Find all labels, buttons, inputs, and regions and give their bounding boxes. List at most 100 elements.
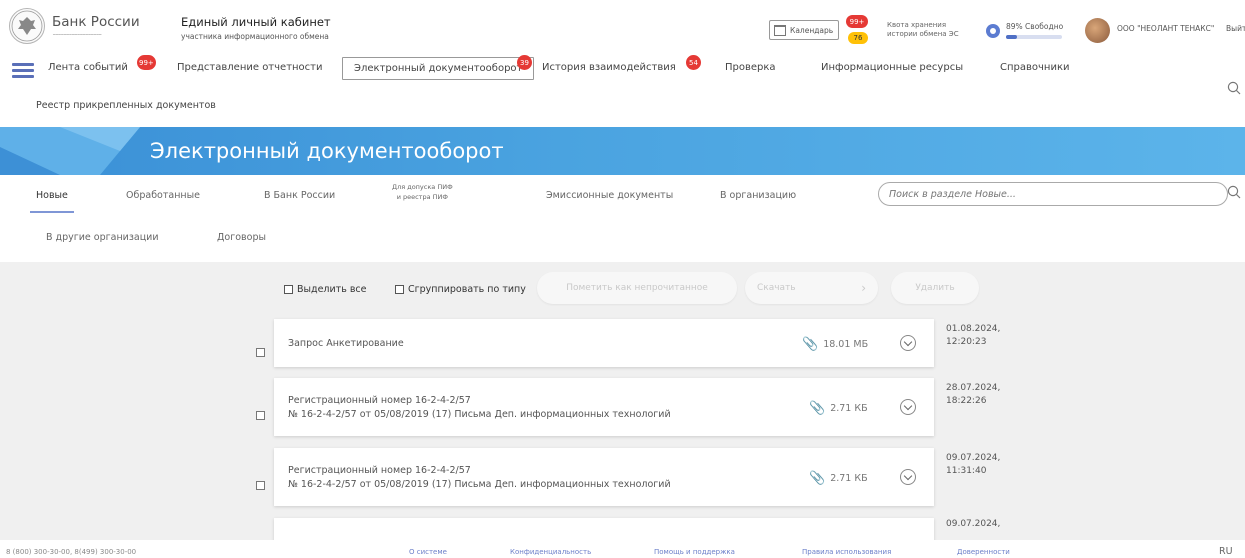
nav-item-resources[interactable]: Информационные ресурсы <box>821 62 963 73</box>
doc-attachment: 📎 2.71 КБ <box>809 401 868 416</box>
footer-link-help[interactable]: Помощь и поддержка <box>654 548 735 556</box>
section-banner: Электронный документооборот <box>0 127 1245 175</box>
doc-title: Регистрационный номер 16-2-4-2/57 <box>288 395 471 406</box>
quota-progress-fill <box>1006 35 1018 39</box>
select-all-checkbox[interactable]: Выделить все <box>284 284 367 295</box>
tab-processed[interactable]: Обработанные <box>126 190 200 201</box>
footer-link-proxies[interactable]: Доверенности <box>957 548 1010 556</box>
doc-date: 01.08.2024, 12:20:23 <box>946 323 1000 349</box>
chevron-right-icon: › <box>861 281 866 295</box>
page-title: Электронный документооборот <box>150 139 504 163</box>
footer-phone: 8 (800) 300-30-00, 8(499) 300-30-00 <box>6 548 137 556</box>
section-search-input[interactable] <box>878 182 1228 206</box>
doc-date-day: 01.08.2024, <box>946 324 1001 334</box>
footer-link-about[interactable]: О системе <box>409 548 447 556</box>
doc-subtitle: № 16-2-4-2/57 от 05/08/2019 (17) Письма … <box>288 479 671 490</box>
paperclip-icon: 📎 <box>802 337 819 352</box>
tab-other-orgs[interactable]: В другие организации <box>46 232 159 243</box>
org-name[interactable]: ООО "НЕОЛАНТ ТЕНАКС" <box>1117 24 1214 33</box>
tab-pif[interactable]: Для допуска ПИФ и реестра ПИФ <box>392 182 453 202</box>
quota-label-line2: истории обмена ЭС <box>887 30 959 38</box>
doc-card[interactable]: Запрос Анкетирование 📎 18.01 МБ <box>274 319 934 367</box>
cabinet-subtitle: участника информационного обмена <box>181 32 329 41</box>
nav-badge-history: 54 <box>686 55 701 70</box>
doc-attachment: 📎 2.71 КБ <box>809 471 868 486</box>
group-by-type-checkbox[interactable]: Сгруппировать по типу <box>395 284 526 295</box>
doc-checkbox[interactable] <box>256 411 265 420</box>
expand-chevron-icon[interactable] <box>900 399 916 415</box>
search-icon[interactable] <box>1227 81 1241 95</box>
tab-new-underline <box>30 211 74 213</box>
doc-attachment: 📎 18.01 МБ <box>802 337 868 352</box>
quota-progress-bar <box>1006 35 1062 39</box>
checkbox-icon[interactable] <box>284 285 293 294</box>
expand-chevron-icon[interactable] <box>900 469 916 485</box>
mark-unread-button[interactable]: Пометить как непрочитанное <box>537 272 737 304</box>
logo-text[interactable]: Банк России <box>52 14 140 30</box>
calendar-button[interactable]: Календарь <box>769 20 839 40</box>
nav-item-edo[interactable]: Электронный документооборот <box>342 57 535 80</box>
footer: 8 (800) 300-30-00, 8(499) 300-30-00 О си… <box>0 540 1245 558</box>
top-header: Банк России ━━━━━━━━━━━━━━━━━━ Единый ли… <box>0 0 1245 52</box>
doc-toolbar: Выделить все Сгруппировать по типу Помет… <box>0 262 1245 310</box>
nav-badge-events: 99+ <box>137 55 156 70</box>
logo-tagline: ━━━━━━━━━━━━━━━━━━ <box>53 32 102 37</box>
nav-item-directories[interactable]: Справочники <box>1000 62 1070 73</box>
doc-title: Регистрационный номер 16-2-4-2/57 <box>288 465 471 476</box>
calendar-badge-yellow: 76 <box>848 32 868 44</box>
paperclip-icon: 📎 <box>809 401 826 416</box>
doc-card[interactable]: Регистрационный номер 16-2-4-2/57 № 16-2… <box>274 448 934 506</box>
tab-to-bank[interactable]: В Банк России <box>264 190 335 201</box>
nav-item-attached-docs[interactable]: Реестр прикрепленных документов <box>36 100 216 111</box>
doc-size: 2.71 КБ <box>830 403 868 414</box>
footer-link-privacy[interactable]: Конфиденциальность <box>510 548 591 556</box>
cabinet-title: Единый личный кабинет <box>181 15 331 29</box>
doc-checkbox[interactable] <box>256 348 265 357</box>
doc-date-day: 09.07.2024, <box>946 519 1001 529</box>
quota-icon <box>986 24 1000 38</box>
logout-link[interactable]: Выйти <box>1226 24 1245 33</box>
avatar[interactable] <box>1085 18 1110 43</box>
main-nav: Лента событий 99+ Представление отчетнос… <box>0 52 1245 127</box>
doc-card[interactable]: Регистрационный номер 16-2-4-2/57 № 16-2… <box>274 378 934 436</box>
tab-new[interactable]: Новые <box>36 190 68 201</box>
doc-date-time: 11:31:40 <box>946 466 987 476</box>
doc-size: 18.01 МБ <box>823 339 869 350</box>
doc-date-day: 28.07.2024, <box>946 383 1001 393</box>
nav-item-events[interactable]: Лента событий <box>48 62 128 73</box>
doc-subtitle: № 16-2-4-2/57 от 05/08/2019 (17) Письма … <box>288 409 671 420</box>
bank-emblem-icon[interactable] <box>9 8 45 44</box>
tab-contracts[interactable]: Договоры <box>217 232 266 243</box>
calendar-badge-red: 99+ <box>846 15 868 28</box>
tab-to-org[interactable]: В организацию <box>720 190 796 201</box>
doc-date-time: 12:20:23 <box>946 337 987 347</box>
footer-link-rules[interactable]: Правила использования <box>802 548 891 556</box>
download-label: Скачать <box>757 283 796 293</box>
download-button[interactable]: Скачать › <box>745 272 878 304</box>
tab-emission[interactable]: Эмиссионные документы <box>546 190 673 201</box>
doc-date: 09.07.2024, <box>946 518 1000 531</box>
section-tabs: Новые Обработанные В Банк России Для доп… <box>0 175 1245 262</box>
menu-icon[interactable] <box>12 63 34 79</box>
doc-date: 09.07.2024, 11:31:40 <box>946 452 1000 478</box>
doc-date: 28.07.2024, 18:22:26 <box>946 382 1000 408</box>
group-by-type-label: Сгруппировать по типу <box>408 284 526 295</box>
expand-chevron-icon[interactable] <box>900 335 916 351</box>
quota-label: Квота хранения истории обмена ЭС <box>887 21 959 39</box>
quota-free-text: 89% Свободно <box>1006 22 1064 31</box>
tab-pif-line2: и реестра ПИФ <box>396 193 448 201</box>
doc-size: 2.71 КБ <box>830 473 868 484</box>
search-icon[interactable] <box>1227 185 1241 199</box>
select-all-label: Выделить все <box>297 284 367 295</box>
nav-item-check[interactable]: Проверка <box>725 62 776 73</box>
delete-button[interactable]: Удалить <box>891 272 979 304</box>
checkbox-icon[interactable] <box>395 285 404 294</box>
doc-date-time: 18:22:26 <box>946 396 987 406</box>
language-switch[interactable]: RU <box>1219 546 1233 557</box>
calendar-icon <box>774 24 786 36</box>
doc-checkbox[interactable] <box>256 481 265 490</box>
nav-item-history[interactable]: История взаимодействия <box>542 62 676 73</box>
doc-date-day: 09.07.2024, <box>946 453 1001 463</box>
quota-label-line1: Квота хранения <box>887 21 947 29</box>
nav-item-reporting[interactable]: Представление отчетности <box>177 62 323 73</box>
